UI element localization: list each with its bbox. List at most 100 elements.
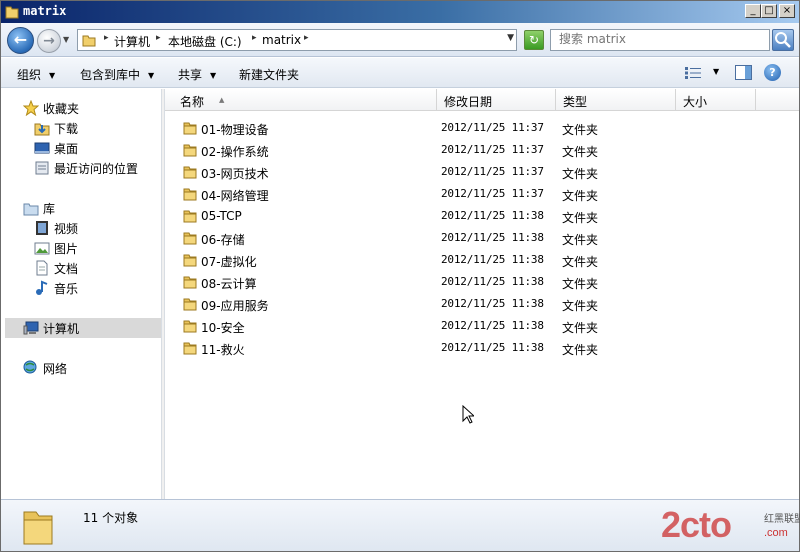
file-name: 03-网页技术 <box>201 167 269 181</box>
breadcrumb-computer[interactable]: 计算机 <box>114 33 150 50</box>
table-row[interactable]: 07-虚拟化 2012/11/25 11:38 文件夹 <box>165 249 799 271</box>
download-folder-icon <box>34 123 50 136</box>
file-modified: 2012/11/25 11:37 <box>441 121 544 134</box>
file-type: 文件夹 <box>562 123 599 137</box>
help-icon[interactable]: ? <box>764 64 781 81</box>
chevron-down-icon[interactable]: ▼ <box>713 67 719 76</box>
column-modified-label: 修改日期 <box>444 95 493 109</box>
chevron-right-icon[interactable]: ▸ <box>156 33 161 43</box>
watermark-logo: 2cto 红黑联盟 .com <box>661 504 800 546</box>
picture-icon <box>34 242 50 255</box>
table-row[interactable]: 08-云计算 2012/11/25 11:38 文件夹 <box>165 271 799 293</box>
nav-pictures-label: 图片 <box>54 242 79 256</box>
table-row[interactable]: 10-安全 2012/11/25 11:38 文件夹 <box>165 315 799 337</box>
back-button[interactable]: ← <box>7 27 34 54</box>
table-row[interactable]: 11-救火 2012/11/25 11:38 文件夹 <box>165 337 799 359</box>
item-count: 11 个对象 <box>83 511 139 525</box>
column-name[interactable]: 名称 ▲ <box>173 89 437 111</box>
folder-icon <box>183 232 197 245</box>
view-options-icon[interactable] <box>685 67 701 79</box>
folder-icon <box>183 342 197 355</box>
maximize-button[interactable]: □ <box>761 4 777 18</box>
recent-places-icon <box>35 161 49 175</box>
new-folder-button[interactable]: 新建文件夹 <box>239 66 299 83</box>
nav-downloads-label: 下载 <box>54 122 79 136</box>
preview-pane-icon[interactable] <box>735 65 752 80</box>
file-modified: 2012/11/25 11:37 <box>441 165 544 178</box>
column-size[interactable]: 大小 <box>676 89 756 111</box>
organize-button[interactable]: 组织 ▼ <box>17 66 55 83</box>
include-in-library-button[interactable]: 包含到库中 ▼ <box>80 66 154 83</box>
file-name: 04-网络管理 <box>201 189 269 203</box>
folder-icon <box>183 210 197 223</box>
column-type-label: 类型 <box>563 95 588 109</box>
column-type[interactable]: 类型 <box>556 89 676 111</box>
recent-pages-chevron-icon[interactable]: ▼ <box>63 35 72 44</box>
folder-icon <box>183 298 197 311</box>
forward-button[interactable]: → <box>37 29 61 53</box>
folder-icon <box>82 35 96 47</box>
folder-icon <box>183 166 197 179</box>
file-name: 07-虚拟化 <box>201 255 257 269</box>
organize-label: 组织 <box>17 68 42 82</box>
nav-network-label: 网络 <box>43 362 68 376</box>
file-modified: 2012/11/25 11:38 <box>441 209 544 222</box>
file-name: 02-操作系统 <box>201 145 269 159</box>
chevron-down-icon[interactable]: ▼ <box>507 33 514 43</box>
breadcrumb-matrix[interactable]: matrix <box>262 33 301 47</box>
file-type: 文件夹 <box>562 233 599 247</box>
search-input[interactable] <box>559 32 759 46</box>
folder-icon <box>183 320 197 333</box>
file-modified: 2012/11/25 11:37 <box>441 187 544 200</box>
share-button[interactable]: 共享 ▼ <box>178 66 216 83</box>
video-icon <box>36 221 48 235</box>
folder-icon <box>183 254 197 267</box>
search-field[interactable] <box>550 29 770 51</box>
search-icon <box>775 32 791 48</box>
nav-recent-places-label: 最近访问的位置 <box>54 162 139 176</box>
nav-desktop-label: 桌面 <box>54 142 79 156</box>
file-modified: 2012/11/25 11:38 <box>441 319 544 332</box>
computer-icon <box>23 321 39 335</box>
nav-documents-label: 文档 <box>54 262 79 276</box>
refresh-button[interactable]: ↻ <box>524 30 544 50</box>
window-title: matrix <box>23 4 67 18</box>
nav-computer-label: 计算机 <box>43 322 80 336</box>
command-bar: 组织 ▼ 包含到库中 ▼ 共享 ▼ 新建文件夹 ▼ ? <box>1 58 799 88</box>
table-row[interactable]: 09-应用服务 2012/11/25 11:38 文件夹 <box>165 293 799 315</box>
folder-icon <box>183 144 197 157</box>
watermark-caption: 红黑联盟 <box>764 514 800 525</box>
desktop-icon <box>34 142 50 154</box>
table-row[interactable]: 06-存储 2012/11/25 11:38 文件夹 <box>165 227 799 249</box>
address-field[interactable]: ▸ 计算机 ▸ 本地磁盘 (C:) ▸ matrix ▸ ▼ <box>77 29 517 51</box>
breadcrumb-local-disk[interactable]: 本地磁盘 (C:) <box>168 33 242 50</box>
watermark-logo-text: 2cto <box>661 504 732 545</box>
table-row[interactable]: 03-网页技术 2012/11/25 11:37 文件夹 <box>165 161 799 183</box>
library-icon <box>23 203 39 216</box>
chevron-right-icon[interactable]: ▸ <box>304 33 309 43</box>
close-button[interactable]: × <box>779 4 795 18</box>
file-name: 06-存储 <box>201 233 245 247</box>
minimize-button[interactable]: _ <box>745 4 761 18</box>
chevron-right-icon[interactable]: ▸ <box>104 33 109 43</box>
chevron-down-icon: ▼ <box>49 71 56 80</box>
star-icon <box>23 100 39 116</box>
file-modified: 2012/11/25 11:38 <box>441 297 544 310</box>
search-button[interactable] <box>772 29 794 51</box>
file-modified: 2012/11/25 11:38 <box>441 253 544 266</box>
nav-videos-label: 视频 <box>54 222 79 236</box>
table-row[interactable]: 05-TCP 2012/11/25 11:38 文件夹 <box>165 205 799 227</box>
table-row[interactable]: 04-网络管理 2012/11/25 11:37 文件夹 <box>165 183 799 205</box>
title-bar[interactable]: matrix _ □ × <box>1 1 799 23</box>
file-type: 文件夹 <box>562 189 599 203</box>
folder-icon <box>23 511 53 545</box>
file-type: 文件夹 <box>562 277 599 291</box>
nav-music-label: 音乐 <box>54 282 79 296</box>
table-row[interactable]: 02-操作系统 2012/11/25 11:37 文件夹 <box>165 139 799 161</box>
column-modified[interactable]: 修改日期 <box>437 89 556 111</box>
chevron-right-icon[interactable]: ▸ <box>252 33 257 43</box>
table-row[interactable]: 01-物理设备 2012/11/25 11:37 文件夹 <box>165 117 799 139</box>
sort-ascending-icon: ▲ <box>219 96 225 104</box>
column-header-row: 名称 ▲ 修改日期 类型 大小 <box>165 89 799 111</box>
share-label: 共享 <box>178 68 203 82</box>
